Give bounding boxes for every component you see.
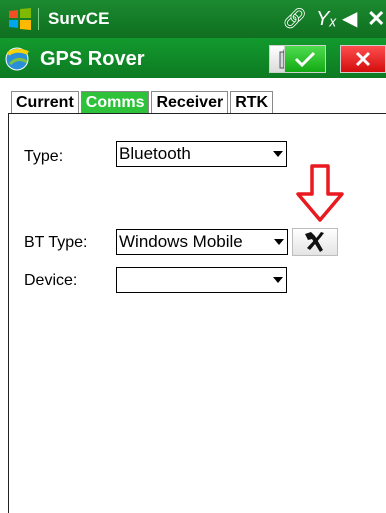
bt-type-select[interactable]: Windows Mobile [116,229,288,255]
gps-globe-icon [5,47,29,71]
bt-type-label: BT Type: [24,234,88,251]
bt-type-select-value: Windows Mobile [119,232,243,251]
cancel-x-icon [355,51,371,67]
ok-button[interactable] [284,45,326,73]
tab-bar: Current Comms Receiver RTK [11,90,275,113]
status-separator [38,8,39,30]
close-icon[interactable]: ✕ [367,6,385,32]
ok-check-icon [294,51,316,68]
type-select[interactable]: Bluetooth [116,141,287,167]
volume-muted-icon[interactable]: ◀ [342,6,357,32]
connectivity-icon[interactable]: 🔗︎ [282,6,307,32]
tab-receiver[interactable]: Receiver [151,91,229,113]
status-bar: SurvCE 🔗︎ Yₓ ◀ ✕ [0,0,386,38]
cancel-button[interactable] [340,45,386,73]
chevron-down-icon [273,151,283,157]
tab-rtk[interactable]: RTK [230,91,274,113]
bt-setup-button[interactable] [292,228,338,256]
tab-current[interactable]: Current [11,91,79,113]
chevron-down-icon [274,239,284,245]
app-name: SurvCE [48,9,110,28]
tab-comms[interactable]: Comms [80,91,150,113]
device-label: Device: [24,272,78,289]
page-title: GPS Rover [40,48,145,70]
type-select-value: Bluetooth [119,144,191,163]
device-select[interactable] [116,267,287,293]
annotation-arrow-icon [296,164,344,222]
chevron-down-icon [273,277,283,283]
type-label: Type: [24,148,64,165]
windows-logo-icon[interactable] [7,7,33,31]
signal-off-icon[interactable]: Yₓ [316,6,337,32]
hammer-wrench-icon [305,232,324,252]
